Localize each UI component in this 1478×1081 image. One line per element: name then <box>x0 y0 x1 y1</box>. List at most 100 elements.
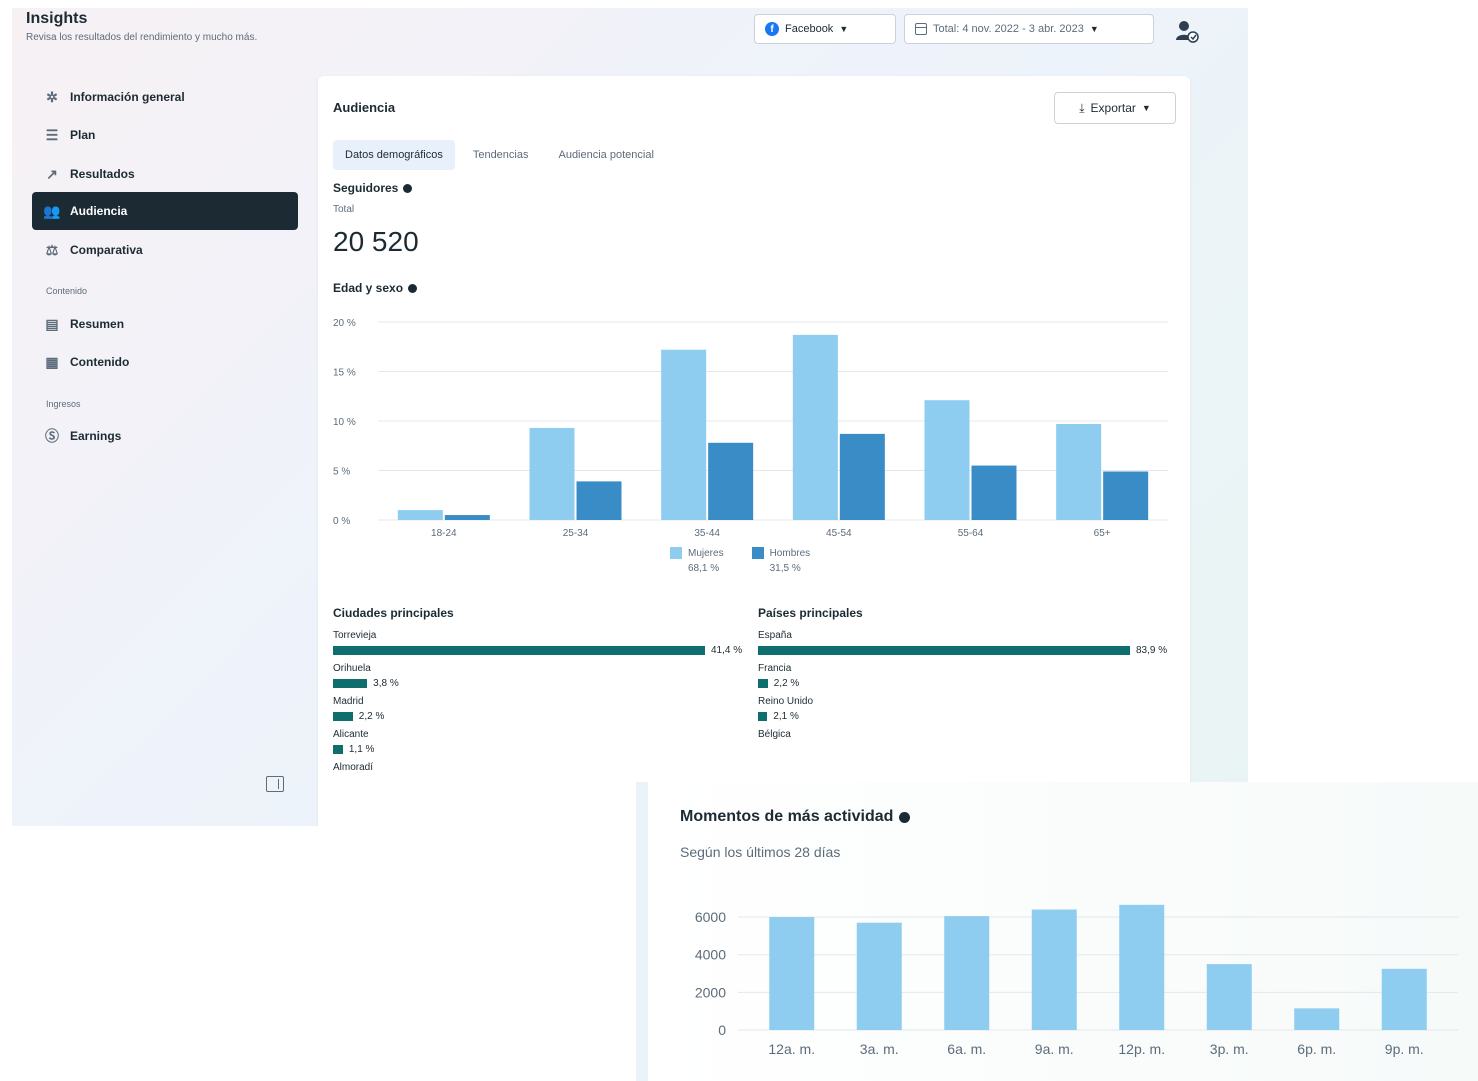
activity-bar <box>1206 964 1252 1030</box>
list-item: Francia 2,2 % <box>758 663 1178 689</box>
list-item-name: Orihuela <box>333 663 371 674</box>
tab-trends[interactable]: Tendencias <box>461 140 541 170</box>
activity-title: Momentos de más actividad <box>680 808 911 826</box>
bar-hombres <box>1103 471 1149 520</box>
legend-item-men[interactable]: Hombres 31,5 % <box>751 546 811 576</box>
list-item: Torrevieja 41,4 % <box>333 630 753 656</box>
bar-fill <box>333 711 353 721</box>
list-item-bar: 3,8 % <box>333 677 753 689</box>
insights-window: Insights Revisa los resultados del rendi… <box>12 8 1248 826</box>
x-tick-label: 45-54 <box>826 528 852 539</box>
legend-item-women[interactable]: Mujeres 68,1 % <box>670 546 724 576</box>
account-icon[interactable] <box>1174 18 1200 44</box>
list-item-name: España <box>758 630 792 641</box>
sidebar-item-benchmark[interactable]: ⚖ Comparativa <box>32 231 298 269</box>
bar-fill <box>333 744 343 754</box>
activity-bar <box>769 917 815 1030</box>
top-countries: Países principales España 83,9 % Francia 2,… <box>758 606 1178 748</box>
list-item: Reino Unido 2,1 % <box>758 696 1178 722</box>
bar-hombres <box>839 433 885 520</box>
countries-list: España 83,9 % Francia 2,2 % Reino Unido 2,1 %… <box>758 630 1178 740</box>
audience-panel: Audiencia ⤓ Exportar ▼ Datos demográfico… <box>318 76 1190 826</box>
top-cities: Ciudades principales Torrevieja 41,4 % Ori… <box>333 606 753 781</box>
page-subtitle: Revisa los resultados del rendimiento y … <box>26 32 258 43</box>
page-title: Insights <box>26 10 88 27</box>
legend-label: Hombres <box>769 548 811 559</box>
info-icon[interactable] <box>403 183 413 193</box>
list-item-value: 2,1 % <box>773 710 799 722</box>
sidebar-section-income: Ingresos <box>46 399 81 409</box>
y-tick-label: 10 % <box>333 417 356 428</box>
date-range-selector[interactable]: Total: 4 nov. 2022 - 3 abr. 2023 ▼ <box>904 14 1154 44</box>
bar-fill <box>333 678 368 688</box>
bar-fill <box>758 711 768 721</box>
list-item-bar: 41,4 % <box>333 645 753 656</box>
followers-total: 20 520 <box>333 226 419 257</box>
collapse-sidebar-icon[interactable] <box>266 776 284 792</box>
legend-label: Mujeres <box>688 548 724 559</box>
bar-fill <box>758 645 1130 655</box>
x-tick-label: 9a. m. <box>1035 1041 1074 1057</box>
sidebar-item-label: Resumen <box>70 317 125 331</box>
y-tick-label: 0 <box>718 1022 726 1038</box>
export-button[interactable]: ⤓ Exportar ▼ <box>1054 92 1176 124</box>
age-gender-legend: Mujeres 68,1 % Hombres 31,5 % <box>670 546 810 576</box>
list-item-bar: 1,1 % <box>333 744 753 755</box>
chevron-down-icon: ▼ <box>1089 24 1099 34</box>
list-item: España 83,9 % <box>758 630 1178 656</box>
list-item-value: 2,2 % <box>358 710 385 722</box>
bar-mujeres <box>924 400 970 520</box>
y-tick-label: 4000 <box>695 947 726 963</box>
bar-hombres <box>971 465 1017 520</box>
sidebar-item-plan[interactable]: ☰ Plan <box>32 116 298 154</box>
list-item-value: 3,8 % <box>373 677 399 689</box>
tab-demographics[interactable]: Datos demográficos <box>333 140 455 170</box>
sidebar-item-label: Información general <box>70 90 185 104</box>
activity-bar <box>1119 904 1165 1030</box>
sparkle-icon: ✲ <box>46 88 58 105</box>
legend-swatch <box>670 547 682 559</box>
list-item-name: Francia <box>758 663 792 674</box>
x-tick-label: 6p. m. <box>1297 1041 1336 1057</box>
date-range-label: Total: 4 nov. 2022 - 3 abr. 2023 <box>933 23 1084 35</box>
x-tick-label: 65+ <box>1094 528 1111 539</box>
bar-mujeres <box>397 510 443 520</box>
tab-potential-audience[interactable]: Audiencia potencial <box>546 140 665 170</box>
x-tick-label: 9p. m. <box>1385 1041 1424 1057</box>
y-tick-label: 2000 <box>695 984 726 1000</box>
download-icon: ⤓ <box>1079 100 1085 115</box>
y-tick-label: 15 % <box>333 368 356 379</box>
chevron-down-icon: ▼ <box>839 24 849 34</box>
list-item: Bélgica <box>758 729 1178 740</box>
sidebar-item-audience[interactable]: 👥 Audiencia <box>32 192 298 230</box>
benchmark-icon: ⚖ <box>45 241 59 258</box>
people-icon: 👥 <box>43 202 61 219</box>
top-countries-title: Países principales <box>758 606 863 620</box>
info-icon[interactable] <box>899 811 911 823</box>
y-tick-label: 6000 <box>695 909 726 925</box>
trend-icon: ↗ <box>46 165 58 182</box>
list-item-bar: 2,2 % <box>333 710 753 722</box>
sidebar-item-summary[interactable]: ▤ Resumen <box>32 305 298 343</box>
bar-hombres <box>444 515 490 520</box>
sidebar-item-results[interactable]: ↗ Resultados <box>32 155 298 193</box>
info-icon[interactable] <box>408 283 418 293</box>
list-item-value: 2,2 % <box>773 677 800 689</box>
activity-chart: 0 2000 4000 6000 12a. m. 3a. m. 6a. m. 9a. m. 12… <box>695 904 1458 1057</box>
activity-bar <box>1294 1008 1340 1030</box>
list-item-name: Reino Unido <box>758 696 814 707</box>
sidebar-item-earnings[interactable]: Ⓢ Earnings <box>32 417 298 455</box>
app-header: Insights Revisa los resultados del rendi… <box>26 8 1236 68</box>
sidebar-item-overview[interactable]: ✲ Información general <box>32 78 298 116</box>
list-item-name: Bélgica <box>758 729 791 740</box>
bar-mujeres <box>661 349 707 520</box>
sidebar-item-content[interactable]: ▦ Contenido <box>32 343 298 381</box>
dollar-icon: Ⓢ <box>45 428 59 444</box>
bar-fill <box>333 645 705 655</box>
sidebar-item-label: Earnings <box>70 429 122 443</box>
summary-icon: ▤ <box>45 315 59 332</box>
platform-selector[interactable]: f Facebook ▼ <box>754 14 896 44</box>
panel-title: Audiencia <box>333 100 396 115</box>
activity-bar <box>1031 909 1077 1030</box>
x-tick-label: 55-64 <box>958 528 984 539</box>
